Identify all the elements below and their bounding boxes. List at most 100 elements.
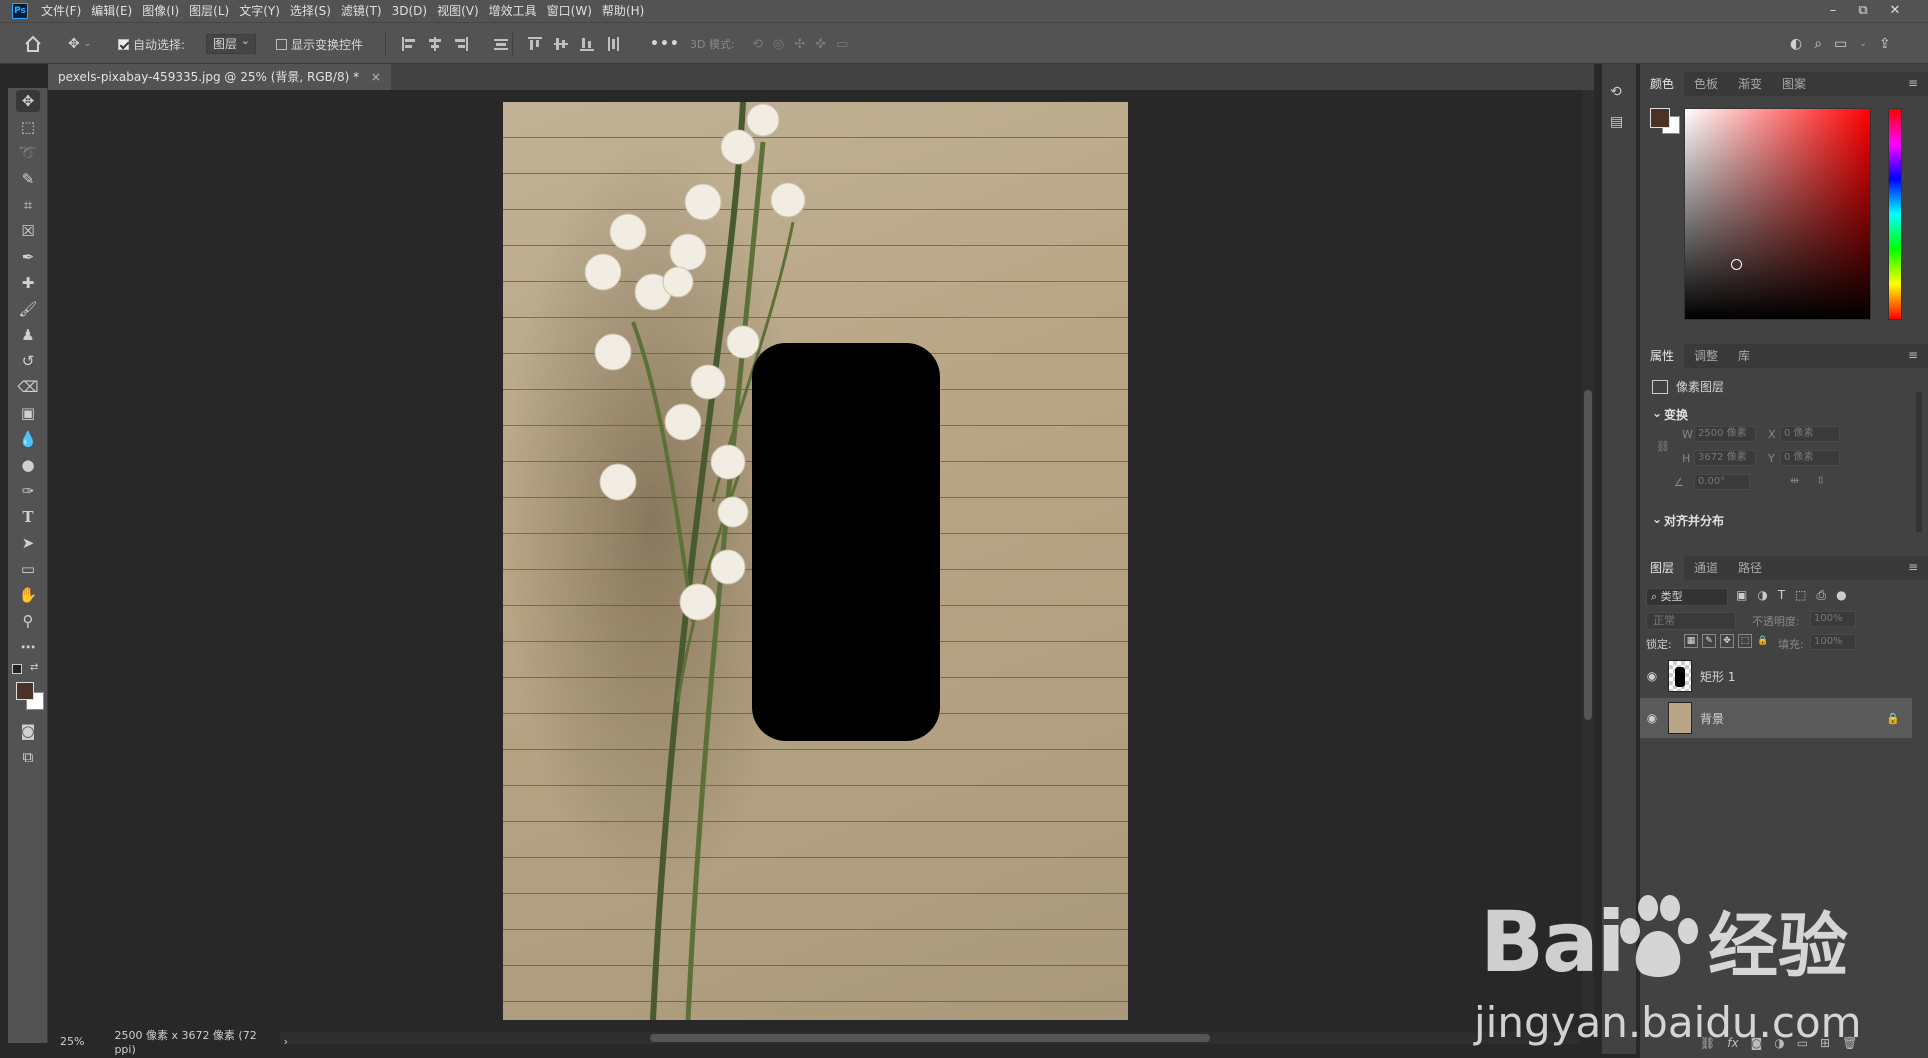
panel-menu-icon[interactable]: ≡ [1908,348,1918,362]
quick-select-tool-icon[interactable]: ✎ [16,168,40,190]
tab-close-button[interactable]: × [371,70,381,84]
more-options-button[interactable]: ••• [650,23,680,65]
flip-vertical-icon[interactable]: ⇳ [1816,474,1825,487]
tab-properties[interactable]: 属性 [1640,344,1685,368]
menu-window[interactable]: 窗口(W) [542,0,597,22]
close-window-button[interactable]: ✕ [1880,0,1910,22]
comments-icon[interactable]: ▤ [1610,114,1623,130]
menu-3d[interactable]: 3D(D) [387,0,432,22]
flip-horizontal-icon[interactable]: ⇹ [1790,474,1799,487]
eye-icon[interactable]: ◉ [1640,669,1664,683]
layer-row-background[interactable]: ◉ 背景 🔒 [1640,698,1912,738]
chevron-down-icon[interactable]: ⌄ [1652,512,1662,526]
tab-color[interactable]: 颜色 [1640,72,1685,96]
auto-select-checkbox[interactable]: 自动选择: [118,23,185,65]
tab-channels[interactable]: 通道 [1684,556,1728,580]
zoom-level[interactable]: 25% [60,1035,84,1048]
x-field[interactable]: 0 像素 [1780,426,1840,442]
lock-transparency-icon[interactable]: ▦ [1684,634,1698,648]
filter-smart-icon[interactable]: ⎙ [1817,588,1827,603]
height-field[interactable]: 3672 像素 [1694,450,1756,466]
path-select-tool-icon[interactable]: ➤ [16,532,40,554]
tab-gradients[interactable]: 渐变 [1728,72,1772,96]
scrollbar-thumb[interactable] [1584,390,1592,720]
camera-3d-icon[interactable]: ▭ [836,37,848,52]
menu-plugins[interactable]: 增效工具 [484,0,542,22]
filter-toggle-icon[interactable]: ● [1836,588,1846,603]
panel-menu-icon[interactable]: ≡ [1908,560,1918,574]
slide-3d-icon[interactable]: ✜ [815,37,826,52]
tab-paths[interactable]: 路径 [1728,556,1772,580]
restore-button[interactable]: ⧉ [1848,0,1878,22]
more-tools-icon[interactable]: ⋯ [16,636,40,658]
layer-name[interactable]: 矩形 1 [1700,668,1735,685]
screen-mode-icon[interactable]: ⧉ [16,746,40,768]
panel-menu-icon[interactable]: ≡ [1908,76,1918,90]
clone-stamp-tool-icon[interactable]: ♟ [16,324,40,346]
filter-pixel-icon[interactable]: ▣ [1736,588,1747,603]
blur-tool-icon[interactable]: 💧 [16,428,40,450]
minimize-button[interactable]: – [1818,0,1848,22]
align-bottom-icon[interactable] [578,35,596,53]
blend-mode-dropdown[interactable]: 正常 [1646,612,1736,630]
filter-type-icon[interactable]: T [1778,588,1785,603]
link-proportions-icon[interactable]: ⛓ [1656,440,1670,453]
menu-help[interactable]: 帮助(H) [597,0,649,22]
hue-slider[interactable] [1888,108,1902,320]
default-colors-icon[interactable] [12,664,22,674]
pan-3d-icon[interactable]: ✣ [794,37,805,52]
align-vcenter-icon[interactable] [552,35,570,53]
history-icon[interactable]: ⟲ [1610,84,1622,100]
align-left-icon[interactable] [400,35,418,53]
foreground-color-swatch[interactable] [16,682,34,700]
rectangle-tool-icon[interactable]: ▭ [16,558,40,580]
workspace-icon[interactable]: ▭ [1834,36,1847,52]
quick-mask-icon[interactable]: ◙ [16,720,40,742]
menu-file[interactable]: 文件(F) [36,0,86,22]
properties-scrollbar[interactable] [1916,392,1922,532]
pen-tool-icon[interactable]: ✑ [16,480,40,502]
home-button[interactable] [24,23,42,65]
frame-tool-icon[interactable]: ☒ [16,220,40,242]
zoom-tool-icon[interactable]: ⚲ [16,610,40,632]
menu-type[interactable]: 文字(Y) [234,0,285,22]
marquee-tool-icon[interactable]: ⬚ [16,116,40,138]
lock-pixels-icon[interactable]: ✎ [1702,634,1716,648]
show-transform-checkbox[interactable]: 显示变换控件 [276,23,363,65]
menu-view[interactable]: 视图(V) [432,0,484,22]
width-field[interactable]: 2500 像素 [1694,426,1756,442]
eye-icon[interactable]: ◉ [1640,711,1664,725]
transform-section-title[interactable]: 变换 [1664,406,1688,423]
type-tool-icon[interactable]: T [16,506,40,528]
color-fg-swatch[interactable] [1650,108,1670,128]
eraser-tool-icon[interactable]: ⌫ [16,376,40,398]
chevron-down-icon[interactable]: ⌄ [1859,39,1867,49]
hand-tool-icon[interactable]: ✋ [16,584,40,606]
layer-name[interactable]: 背景 [1700,710,1724,727]
share-icon[interactable]: ⇪ [1879,36,1891,52]
crop-tool-icon[interactable]: ⌗ [16,194,40,216]
auto-select-target-dropdown[interactable]: 图层 [206,32,257,54]
user-share-icon[interactable]: ◐ [1790,36,1802,52]
search-icon[interactable]: ⌕ [1814,36,1822,52]
align-section-title[interactable]: 对齐并分布 [1664,512,1724,529]
status-menu-arrow[interactable]: › [284,1035,288,1048]
orbit-3d-icon[interactable]: ⟲ [752,37,763,52]
healing-brush-tool-icon[interactable]: ✚ [16,272,40,294]
opacity-field[interactable]: 100% [1810,611,1856,627]
roll-3d-icon[interactable]: ◎ [773,37,784,52]
filter-shape-icon[interactable]: ⬚ [1795,588,1806,603]
scrollbar-thumb[interactable] [650,1034,1210,1042]
distribute-vertical-icon[interactable] [604,35,622,53]
gradient-tool-icon[interactable]: ▣ [16,402,40,424]
filter-adjustment-icon[interactable]: ◑ [1757,588,1767,603]
brush-tool-icon[interactable]: 🖌 [16,298,40,320]
tab-layers[interactable]: 图层 [1640,556,1685,580]
fill-field[interactable]: 100% [1810,634,1856,650]
lasso-tool-icon[interactable]: ➰ [16,142,40,164]
menu-select[interactable]: 选择(S) [285,0,336,22]
align-right-icon[interactable] [452,35,470,53]
rounded-rectangle-shape[interactable] [752,343,940,741]
tab-adjustments[interactable]: 调整 [1684,344,1728,368]
align-top-icon[interactable] [526,35,544,53]
